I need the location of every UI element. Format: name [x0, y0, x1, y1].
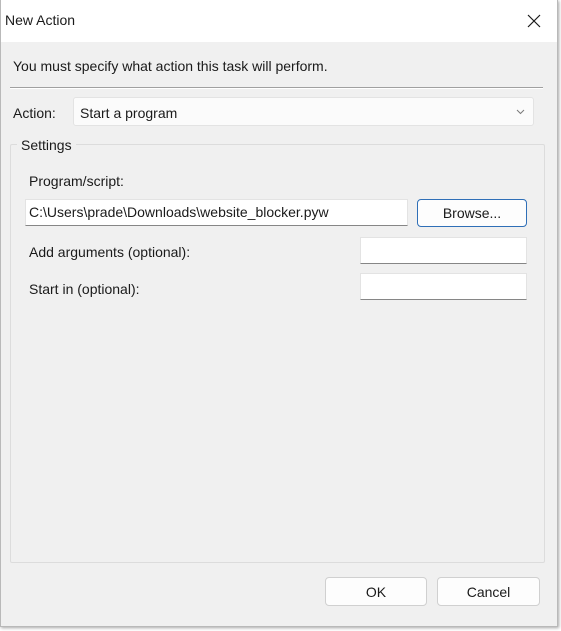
separator [10, 87, 543, 89]
chevron-down-icon [516, 109, 525, 115]
start-in-label: Start in (optional): [29, 281, 140, 297]
window-title: New Action [5, 12, 76, 28]
title-bar: New Action [1, 0, 557, 42]
program-script-input[interactable]: C:\Users\prade\Downloads\website_blocker… [25, 199, 408, 226]
arguments-label: Add arguments (optional): [29, 244, 191, 260]
close-button[interactable] [511, 0, 557, 42]
new-action-dialog: New Action You must specify what action … [0, 0, 558, 627]
action-dropdown[interactable]: Start a program [73, 97, 534, 126]
action-label: Action: [13, 105, 56, 121]
arguments-input[interactable] [360, 237, 527, 264]
browse-button[interactable]: Browse... [417, 199, 527, 227]
program-script-label: Program/script: [29, 173, 124, 189]
start-in-input[interactable] [360, 273, 527, 300]
action-dropdown-value: Start a program [80, 105, 178, 121]
close-icon [527, 14, 541, 28]
instruction-text: You must specify what action this task w… [13, 58, 328, 74]
settings-legend: Settings [17, 137, 76, 153]
ok-button[interactable]: OK [325, 577, 427, 606]
cancel-button[interactable]: Cancel [437, 577, 540, 606]
